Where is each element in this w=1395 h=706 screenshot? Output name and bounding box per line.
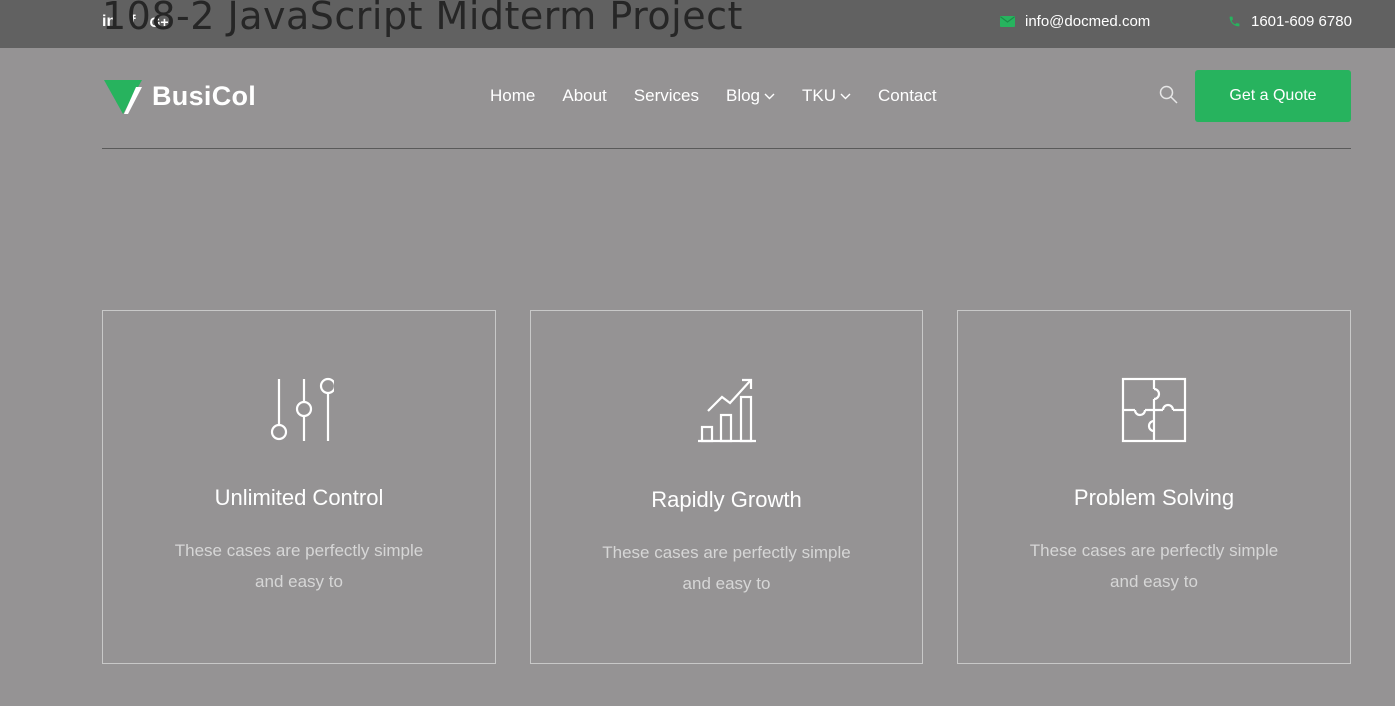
nav-label: Contact xyxy=(878,86,937,105)
feature-card-unlimited-control: Unlimited Control These cases are perfec… xyxy=(102,310,496,664)
phone-contact[interactable]: 1601-609 6780 xyxy=(1228,13,1352,30)
puzzle-icon xyxy=(1121,377,1187,443)
page-title: 108-2 JavaScript Midterm Project xyxy=(102,0,743,38)
growth-chart-icon xyxy=(697,378,756,443)
feature-description: These cases are perfectly simple and eas… xyxy=(602,543,851,593)
get-quote-button[interactable]: Get a Quote xyxy=(1195,70,1351,122)
nav-item-about[interactable]: About xyxy=(562,86,606,106)
nav-label: Home xyxy=(490,86,536,105)
email-text: info@docmed.com xyxy=(1025,13,1151,30)
nav-item-home[interactable]: Home xyxy=(490,86,535,106)
search-icon xyxy=(1159,85,1178,104)
logo-text: BusiCol xyxy=(152,80,257,111)
search-button[interactable] xyxy=(1159,85,1178,109)
chevron-down-icon xyxy=(764,93,775,99)
feature-card-problem-solving: Problem Solving These cases are perfectl… xyxy=(957,310,1351,664)
feature-description: These cases are perfectly simple and eas… xyxy=(174,541,424,591)
phone-text: 1601-609 6780 xyxy=(1251,13,1352,30)
main-nav: Home About Services Blog TKU Contact xyxy=(490,86,937,106)
nav-label: Services xyxy=(633,86,699,105)
chevron-down-icon xyxy=(840,93,851,99)
nav-label: About xyxy=(562,86,607,105)
sliders-icon xyxy=(270,377,334,441)
nav-item-contact[interactable]: Contact xyxy=(878,86,937,106)
nav-item-blog[interactable]: Blog xyxy=(726,86,775,106)
email-contact[interactable]: info@docmed.com xyxy=(1000,13,1150,30)
nav-item-services[interactable]: Services xyxy=(634,86,699,106)
feature-title: Unlimited Control xyxy=(214,485,384,510)
feature-title: Problem Solving xyxy=(1073,485,1235,510)
nav-label: TKU xyxy=(802,86,837,105)
feature-description: These cases are perfectly simple and eas… xyxy=(1029,541,1279,591)
nav-item-tku[interactable]: TKU xyxy=(802,86,851,106)
nav-label: Blog xyxy=(725,86,761,105)
logo-mark-icon xyxy=(104,80,142,114)
logo[interactable]: BusiCol xyxy=(104,78,256,114)
phone-icon xyxy=(1229,16,1240,27)
feature-card-rapidly-growth: Rapidly Growth These cases are perfectly… xyxy=(530,310,923,664)
header-divider xyxy=(102,148,1351,149)
envelope-icon xyxy=(1000,16,1015,27)
feature-title: Rapidly Growth xyxy=(651,487,802,512)
